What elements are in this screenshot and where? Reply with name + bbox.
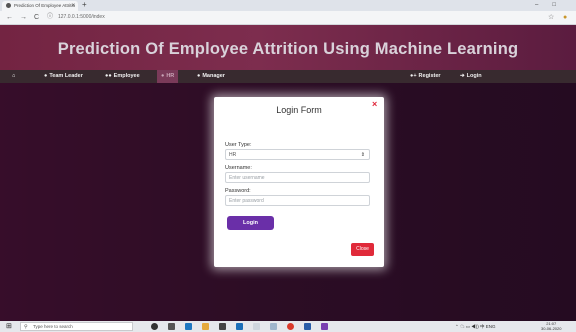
- nav-login[interactable]: ➔ Login: [460, 70, 482, 83]
- username-input[interactable]: Enter username: [225, 172, 370, 183]
- cortana-icon[interactable]: [151, 323, 158, 330]
- app-icon[interactable]: [253, 323, 260, 330]
- back-icon[interactable]: ←: [6, 12, 13, 23]
- star-icon[interactable]: ☆: [548, 12, 554, 23]
- mail-icon[interactable]: [236, 323, 243, 330]
- search-icon: ⚲: [24, 324, 28, 330]
- nav-team-leader-label: Team Leader: [49, 73, 83, 79]
- info-icon: ⓘ: [47, 14, 54, 20]
- home-icon[interactable]: ⌂: [12, 70, 15, 83]
- navbar: ⌂ ● Team Leader ●● Employee ● HR ● Manager ●…: [0, 70, 576, 83]
- chrome-icon[interactable]: [287, 323, 294, 330]
- clock-date: 30-06-2020: [541, 325, 562, 331]
- nav-team-leader[interactable]: ● Team Leader: [44, 70, 83, 83]
- taskbar: ⊞ ⚲ Type here to search ⌃ ☁ ▭ ◀)) 中 ENG …: [0, 321, 576, 332]
- profile-avatar-icon[interactable]: ●: [563, 12, 567, 23]
- nav-manager[interactable]: ● Manager: [197, 70, 225, 83]
- app-icon-3[interactable]: [304, 323, 311, 330]
- nav-register[interactable]: ●+ Register: [410, 70, 441, 83]
- reload-icon[interactable]: C: [34, 12, 39, 23]
- nav-login-label: Login: [466, 73, 482, 79]
- app-icon-2[interactable]: [270, 323, 277, 330]
- taskbar-search[interactable]: ⚲ Type here to search: [20, 322, 133, 331]
- user-type-label: User Type:: [225, 142, 252, 148]
- user-icon: ●: [197, 73, 201, 79]
- password-input[interactable]: Enter password: [225, 195, 370, 206]
- vscode-icon[interactable]: [321, 323, 328, 330]
- minimize-icon[interactable]: –: [535, 2, 552, 8]
- nav-hr[interactable]: ● HR: [157, 70, 179, 83]
- task-view-icon[interactable]: [168, 323, 175, 330]
- login-modal: Login Form × User Type: HR ⇕ Username: E…: [214, 97, 384, 267]
- forward-icon[interactable]: →: [20, 12, 27, 23]
- nav-register-label: Register: [418, 73, 441, 79]
- tab-close-icon[interactable]: ×: [71, 1, 75, 11]
- close-icon[interactable]: ×: [372, 99, 377, 109]
- nav-manager-label: Manager: [202, 73, 225, 79]
- file-explorer-icon[interactable]: [202, 323, 209, 330]
- edge-icon[interactable]: [185, 323, 192, 330]
- password-label: Password:: [225, 188, 251, 194]
- taskbar-search-placeholder: Type here to search: [33, 324, 73, 329]
- modal-title: Login Form: [276, 105, 322, 115]
- nav-employee[interactable]: ●● Employee: [105, 70, 140, 83]
- restore-icon[interactable]: □: [552, 2, 570, 8]
- user-tie-icon: ●: [161, 73, 165, 79]
- page-title: Prediction Of Employee Attrition Using M…: [57, 40, 519, 58]
- favicon-icon: [6, 3, 11, 9]
- windows-start-icon[interactable]: ⊞: [6, 323, 13, 330]
- username-label: Username:: [225, 165, 252, 171]
- address-bar: ← → C ⓘ 127.0.0.1:5000/index ☆ ●: [0, 11, 576, 25]
- user-type-select[interactable]: HR ⇕: [225, 149, 370, 160]
- chevron-updown-icon: ⇕: [360, 152, 365, 158]
- close-button[interactable]: Close: [351, 243, 374, 256]
- system-tray[interactable]: ⌃ ☁ ▭ ◀)) 中 ENG: [455, 321, 496, 332]
- user-icon: ●: [44, 73, 48, 79]
- browser-tab[interactable]: Prediction Of Employee Attritio ×: [2, 1, 78, 11]
- sign-in-icon: ➔: [460, 73, 465, 79]
- page-header: Prediction Of Employee Attrition Using M…: [0, 25, 576, 70]
- browser-tab-bar: Prediction Of Employee Attritio × + –□: [0, 0, 576, 11]
- language-indicator: ENG: [485, 324, 496, 329]
- tab-title: Prediction Of Employee Attritio: [14, 3, 76, 8]
- nav-employee-label: Employee: [113, 73, 140, 79]
- window-controls: –□: [535, 0, 570, 10]
- login-button[interactable]: Login: [227, 216, 274, 230]
- users-icon: ●●: [105, 73, 112, 79]
- user-type-value: HR: [229, 152, 237, 158]
- url-field[interactable]: 127.0.0.1:5000/index: [58, 12, 105, 23]
- nav-hr-label: HR: [166, 73, 175, 79]
- taskbar-clock[interactable]: 21:07 30-06-2020: [541, 321, 562, 331]
- store-icon[interactable]: [219, 323, 226, 330]
- new-tab-button[interactable]: +: [82, 0, 87, 10]
- user-plus-icon: ●+: [410, 73, 417, 79]
